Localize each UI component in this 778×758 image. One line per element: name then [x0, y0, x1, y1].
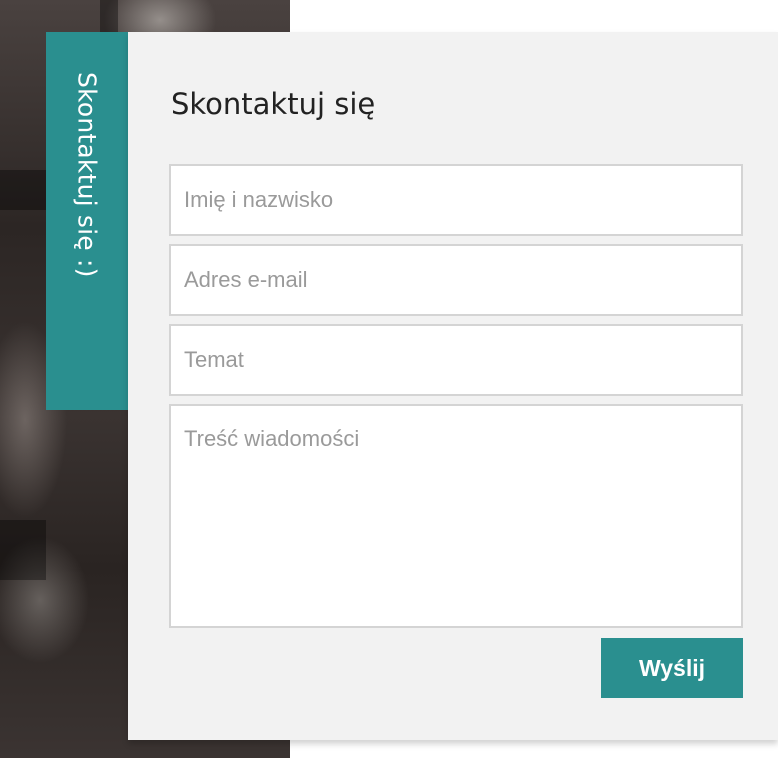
send-button[interactable]: Wyślij	[601, 638, 743, 698]
contact-side-tab[interactable]: Skontaktuj się :)	[46, 32, 128, 410]
contact-form-title: Skontaktuj się	[171, 87, 376, 121]
background-shadow-1	[100, 0, 118, 32]
name-field[interactable]	[169, 164, 743, 236]
email-field[interactable]	[169, 244, 743, 316]
contact-form-panel: Skontaktuj się Wyślij	[128, 32, 778, 740]
background-shadow-2	[0, 170, 46, 210]
subject-field[interactable]	[169, 324, 743, 396]
background-shadow-3	[0, 520, 46, 580]
message-field[interactable]	[169, 404, 743, 628]
contact-side-tab-label: Skontaktuj się :)	[72, 72, 102, 278]
